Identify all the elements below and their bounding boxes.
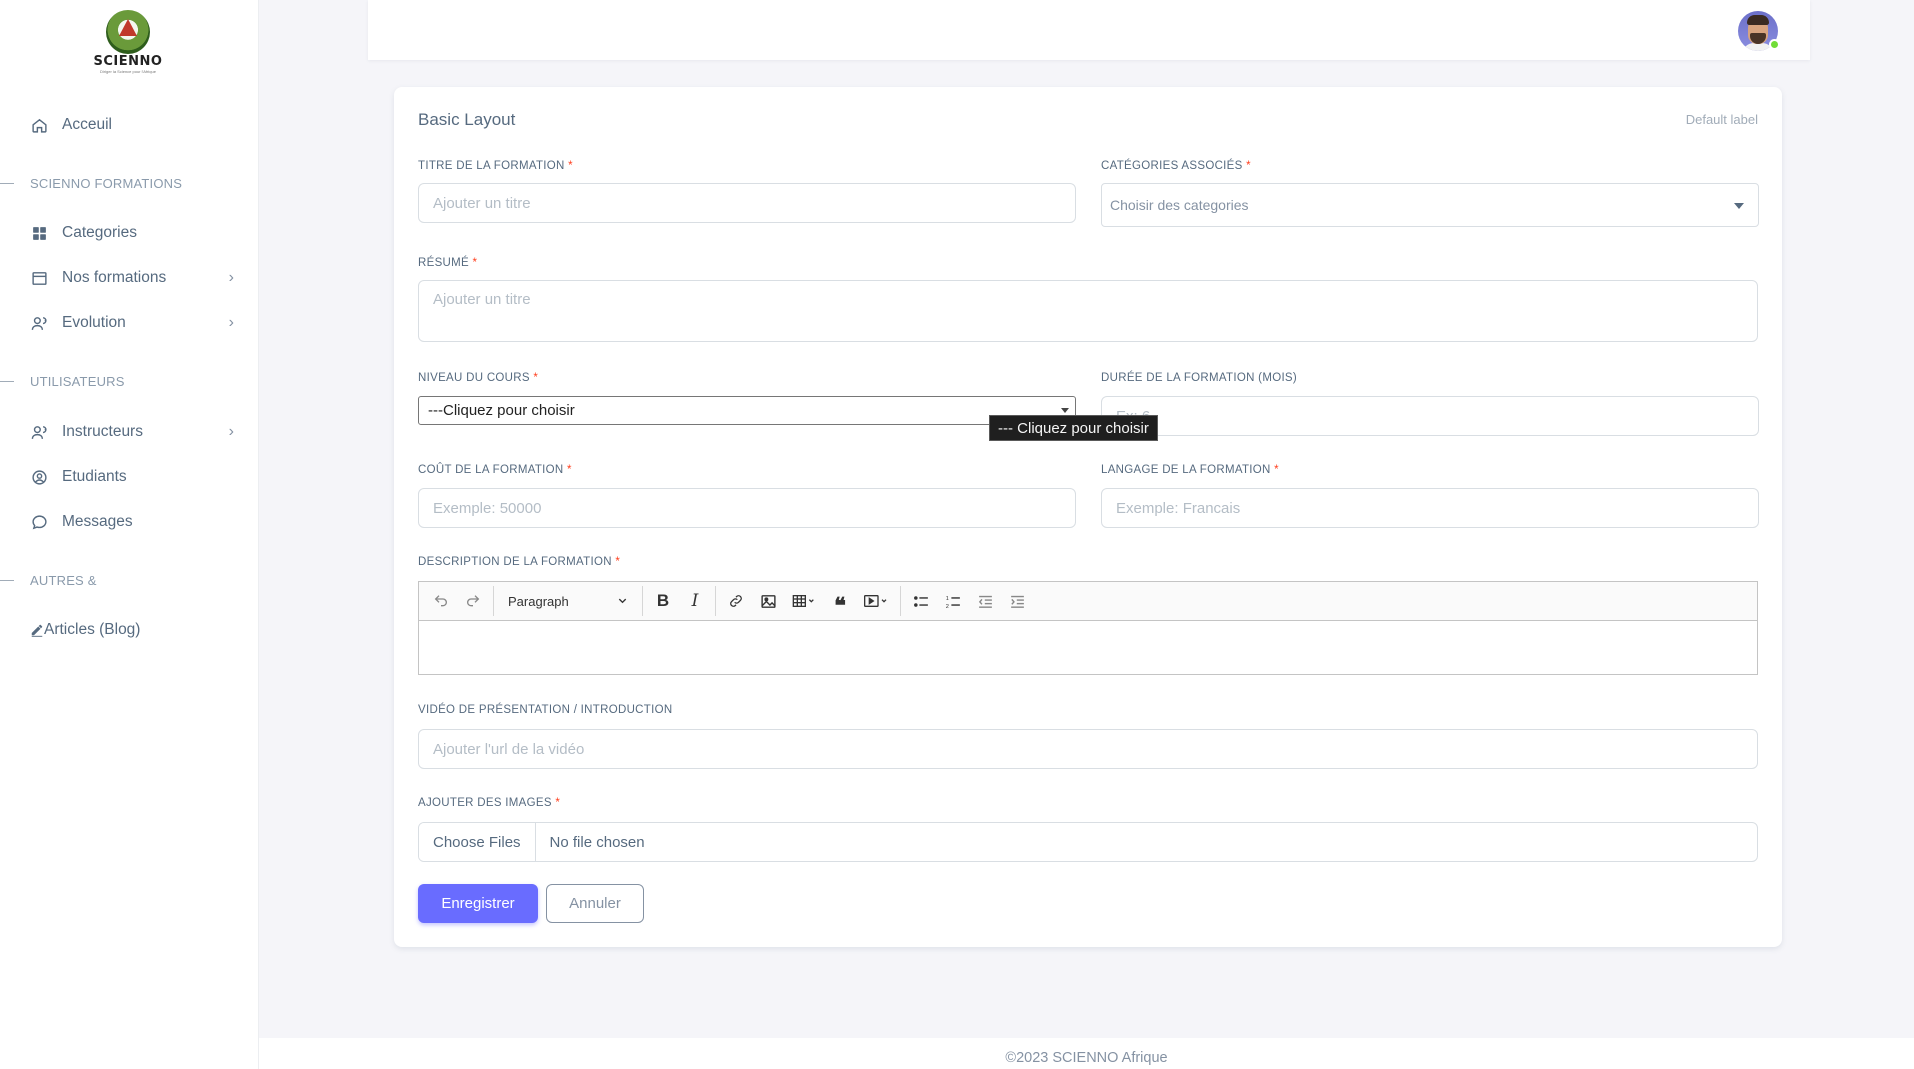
sidebar-item-label: Articles (Blog) [44, 621, 141, 638]
sidebar-item-acceuil[interactable]: Acceuil [30, 108, 234, 142]
sidebar-item-label: Acceuil [62, 116, 112, 133]
outdent-icon[interactable] [969, 587, 1001, 615]
sidebar-section-utilisateurs: UTILISATEURS [0, 372, 125, 390]
indent-icon[interactable] [1001, 587, 1033, 615]
media-embed-icon[interactable] [856, 587, 896, 615]
description-editor: Paragraph B I ❝ 1 2 [418, 581, 1758, 675]
svg-text:1: 1 [945, 596, 948, 602]
sidebar-section-autres: AUTRES & [0, 571, 97, 589]
window-icon [30, 269, 48, 287]
caret-down-icon [1734, 203, 1744, 209]
chevron-right-icon: › [228, 314, 234, 331]
copyright-text: ©2023 SCIENNO Afrique [1005, 1050, 1168, 1066]
brand-tagline: Diriger la Science pour l'Afrique [100, 69, 156, 74]
chevron-down-icon [617, 594, 628, 609]
resume-label: RÉSUMÉ * [418, 257, 478, 269]
file-status-text: No file chosen [549, 833, 645, 851]
sidebar-section-formations: SCIENNO FORMATIONS [0, 174, 182, 192]
chat-icon [30, 513, 48, 531]
sidebar-item-label: Nos formations [62, 269, 167, 286]
categories-label: CATÉGORIES ASSOCIÉS * [1101, 160, 1251, 172]
titre-label: TITRE DE LA FORMATION * [418, 160, 573, 172]
undo-icon[interactable] [425, 587, 457, 615]
duree-label: DURÉE DE LA FORMATION (MOIS) [1101, 372, 1298, 384]
sidebar-item-nos-formations[interactable]: Nos formations › [30, 261, 234, 295]
brand-name: SCIENNO [93, 54, 163, 69]
card-label: Default label [1685, 112, 1758, 127]
langage-input[interactable] [1101, 488, 1759, 528]
niveau-label: NIVEAU DU COURS * [418, 372, 539, 384]
brand-logo[interactable]: SCIENNO Diriger la Science pour l'Afriqu… [94, 10, 162, 76]
redo-icon[interactable] [457, 587, 489, 615]
card-title: Basic Layout [418, 110, 516, 129]
description-label: DESCRIPTION DE LA FORMATION * [418, 556, 621, 568]
video-label: VIDÉO DE PRÉSENTATION / INTRODUCTION [418, 704, 673, 716]
image-icon[interactable] [752, 587, 784, 615]
numbered-list-icon[interactable]: 12 [937, 587, 969, 615]
niveau-select[interactable]: ---Cliquez pour choisir [418, 396, 1076, 425]
users-icon [30, 423, 48, 441]
categories-select[interactable]: Choisir des categories [1101, 183, 1759, 227]
logo-emblem-icon [106, 10, 150, 54]
images-label: AJOUTER DES IMAGES * [418, 797, 561, 809]
svg-text:2: 2 [945, 603, 948, 609]
caret-down-icon [1061, 408, 1069, 413]
sidebar-item-label: Messages [62, 513, 133, 530]
bulleted-list-icon[interactable] [905, 587, 937, 615]
chevron-right-icon: › [228, 423, 234, 440]
home-icon [30, 116, 48, 134]
user-circle-icon [30, 468, 48, 486]
online-status-indicator [1769, 39, 1780, 50]
sidebar-item-evolution[interactable]: Evolution › [30, 306, 234, 340]
grid-icon [30, 224, 48, 242]
footer: ©2023 SCIENNO Afrique [259, 1038, 1914, 1069]
choose-files-button[interactable]: Choose Files [419, 823, 536, 861]
save-button[interactable]: Enregistrer [418, 884, 538, 923]
sidebar-item-messages[interactable]: Messages [30, 505, 234, 539]
sidebar: SCIENNO Diriger la Science pour l'Afriqu… [0, 0, 259, 1069]
table-icon[interactable] [784, 587, 824, 615]
sidebar-item-label: Evolution [62, 314, 126, 331]
paragraph-format-dropdown[interactable]: Paragraph [498, 587, 638, 615]
cancel-button[interactable]: Annuler [546, 884, 644, 923]
pencil-icon [30, 621, 44, 639]
cout-label: COÛT DE LA FORMATION * [418, 464, 572, 476]
top-navbar [368, 0, 1810, 60]
users-icon [30, 314, 48, 332]
link-icon[interactable] [720, 587, 752, 615]
blockquote-icon[interactable]: ❝ [824, 587, 856, 617]
italic-icon[interactable]: I [679, 587, 711, 615]
resume-textarea[interactable] [418, 280, 1758, 342]
sidebar-item-articles[interactable]: Articles (Blog) [30, 613, 234, 647]
sidebar-item-etudiants[interactable]: Etudiants [30, 460, 234, 494]
sidebar-item-instructeurs[interactable]: Instructeurs › [30, 415, 234, 449]
langage-label: LANGAGE DE LA FORMATION * [1101, 464, 1279, 476]
chevron-right-icon: › [228, 269, 234, 286]
images-file-input[interactable]: Choose Files No file chosen [418, 822, 1758, 862]
sidebar-item-label: Categories [62, 224, 137, 241]
sidebar-item-categories[interactable]: Categories [30, 216, 234, 250]
bold-icon[interactable]: B [647, 587, 679, 615]
duree-input[interactable] [1101, 396, 1759, 436]
niveau-tooltip: --- Cliquez pour choisir [989, 415, 1158, 441]
editor-toolbar: Paragraph B I ❝ 1 2 [419, 582, 1757, 621]
titre-input[interactable] [418, 183, 1076, 223]
sidebar-item-label: Instructeurs [62, 423, 143, 440]
cout-input[interactable] [418, 488, 1076, 528]
sidebar-item-label: Etudiants [62, 468, 127, 485]
form-card: Basic Layout Default label TITRE DE LA F… [394, 87, 1782, 947]
editor-content-area[interactable] [419, 621, 1757, 675]
video-url-input[interactable] [418, 729, 1758, 769]
